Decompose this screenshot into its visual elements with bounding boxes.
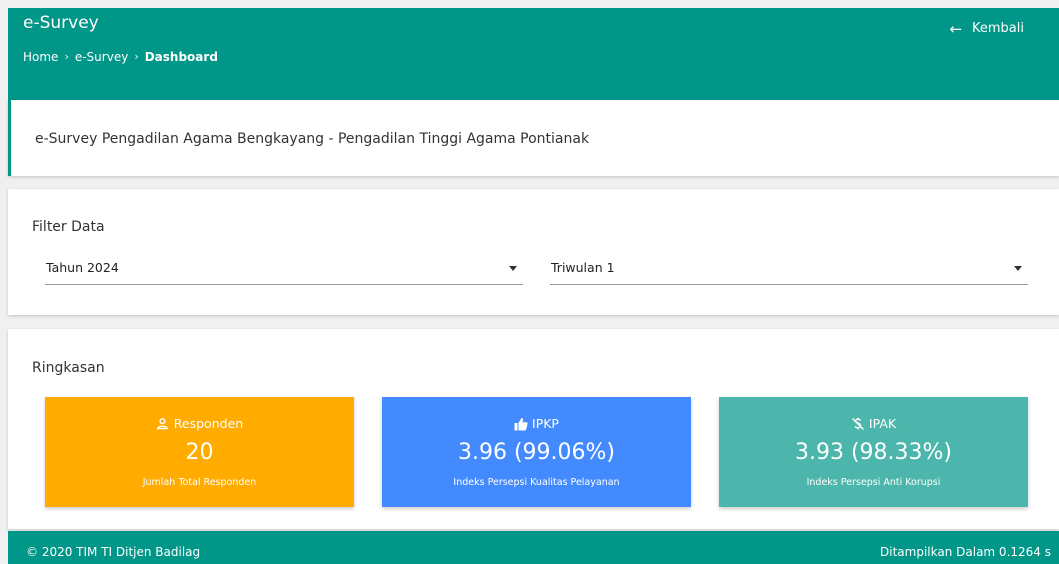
footer-copyright: © 2020 TIM TI Ditjen Badilag: [26, 545, 201, 559]
breadcrumb-current: Dashboard: [144, 50, 218, 64]
quarter-select[interactable]: Triwulan 1: [550, 254, 1028, 285]
court-title-card: e-Survey Pengadilan Agama Bengkayang - P…: [8, 100, 1059, 176]
thumbs-up-icon: [514, 417, 528, 431]
ipkp-stat-value: 3.96 (99.06%): [457, 440, 616, 465]
ipak-stat-caption: Indeks Persepsi Anti Korupsi: [806, 477, 941, 488]
summary-heading: Ringkasan: [32, 360, 105, 376]
chevron-right-icon: ›: [64, 50, 69, 63]
ipkp-stat-card: IPKP 3.96 (99.06%) Indeks Persepsi Kuali…: [382, 397, 691, 507]
ipkp-stat-header: IPKP: [382, 416, 691, 431]
app-title: e-Survey: [23, 13, 99, 33]
ipak-stat-card: IPAK 3.93 (98.33%) Indeks Persepsi Anti …: [719, 397, 1028, 507]
app-footer: © 2020 TIM TI Ditjen Badilag Ditampilkan…: [8, 531, 1059, 564]
no-money-icon: [851, 417, 865, 431]
filter-card: Filter Data Tahun 2024 Triwulan 1: [8, 189, 1059, 315]
responden-stat-value: 20: [185, 440, 214, 465]
back-button[interactable]: ← Kembali: [949, 20, 1024, 38]
year-select[interactable]: Tahun 2024: [45, 254, 523, 285]
breadcrumb-esurvey[interactable]: e-Survey: [75, 49, 128, 65]
breadcrumb: Home › e-Survey › Dashboard: [23, 49, 218, 65]
quarter-select-value: Triwulan 1: [551, 260, 615, 275]
ipak-stat-value: 3.93 (98.33%): [794, 440, 953, 465]
chevron-right-icon: ›: [134, 50, 139, 63]
ipkp-stat-label: IPKP: [532, 416, 559, 431]
caret-down-icon: [1014, 266, 1022, 271]
ipak-stat-label: IPAK: [868, 416, 897, 431]
arrow-left-icon: ←: [949, 20, 963, 38]
ipak-stat-header: IPAK: [719, 416, 1028, 431]
filter-heading: Filter Data: [32, 219, 105, 235]
app-header: e-Survey Home › e-Survey › Dashboard ← K…: [8, 8, 1059, 100]
user-icon: [156, 417, 170, 431]
footer-render-time: Ditampilkan Dalam 0.1264 s: [880, 545, 1051, 559]
responden-stat-caption: Jumlah Total Responden: [142, 477, 257, 488]
back-label: Kembali: [972, 21, 1024, 36]
summary-card: Ringkasan Responden 20 Jumlah Total Resp…: [8, 329, 1059, 529]
responden-stat-label: Responden: [173, 416, 244, 431]
ipkp-stat-caption: Indeks Persepsi Kualitas Pelayanan: [453, 477, 620, 488]
responden-stat-card: Responden 20 Jumlah Total Responden: [45, 397, 354, 507]
breadcrumb-home[interactable]: Home: [23, 49, 58, 65]
year-select-value: Tahun 2024: [46, 260, 119, 275]
caret-down-icon: [509, 266, 517, 271]
court-title: e-Survey Pengadilan Agama Bengkayang - P…: [35, 131, 590, 147]
responden-stat-header: Responden: [45, 416, 354, 431]
